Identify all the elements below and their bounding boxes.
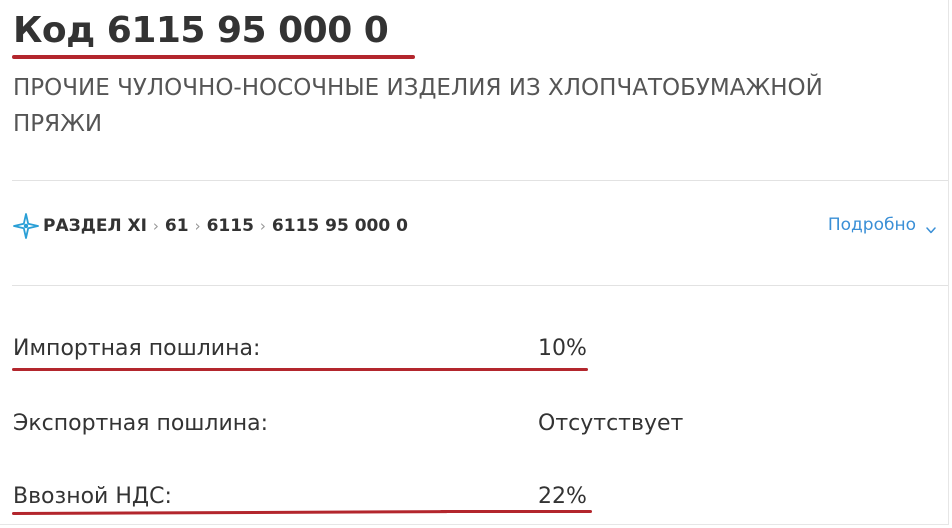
highlight-underline xyxy=(440,510,592,513)
export-duty-value: Отсутствует xyxy=(538,411,684,436)
breadcrumb-item-group[interactable]: 61 xyxy=(165,216,189,236)
breadcrumb-separator-icon: › xyxy=(194,217,201,235)
import-duty-value: 10% xyxy=(538,336,587,361)
details-toggle-link[interactable]: Подробно xyxy=(828,215,936,235)
title-underline xyxy=(12,55,415,59)
import-duty-row: Импортная пошлина: 10% xyxy=(12,334,712,370)
code-description: ПРОЧИЕ ЧУЛОЧНО-НОСОЧНЫЕ ИЗДЕЛИЯ ИЗ ХЛОПЧ… xyxy=(13,75,823,137)
breadcrumb-item-heading[interactable]: 6115 xyxy=(207,216,254,236)
chevron-down-icon xyxy=(926,220,936,234)
export-duty-label: Экспортная пошлина: xyxy=(13,411,269,436)
breadcrumb-item-code[interactable]: 6115 95 000 0 xyxy=(272,216,408,236)
breadcrumb-separator-icon: › xyxy=(152,217,159,235)
breadcrumb-separator-icon: › xyxy=(259,217,266,235)
vat-label: Ввозной НДС: xyxy=(13,484,172,509)
export-duty-row: Экспортная пошлина: Отсутствует xyxy=(12,409,712,445)
highlight-underline xyxy=(12,368,588,371)
divider xyxy=(12,285,948,286)
breadcrumb-item-section[interactable]: РАЗДЕЛ XI xyxy=(43,216,147,236)
import-duty-label: Импортная пошлина: xyxy=(13,336,261,361)
vat-value: 22% xyxy=(538,484,587,509)
divider xyxy=(12,180,948,181)
page-title: Код 6115 95 000 0 xyxy=(13,10,389,51)
details-toggle-label: Подробно xyxy=(827,215,916,235)
breadcrumb: РАЗДЕЛ XI › 61 › 6115 › 6115 95 000 0 xyxy=(13,213,408,239)
compass-star-icon xyxy=(13,213,39,239)
